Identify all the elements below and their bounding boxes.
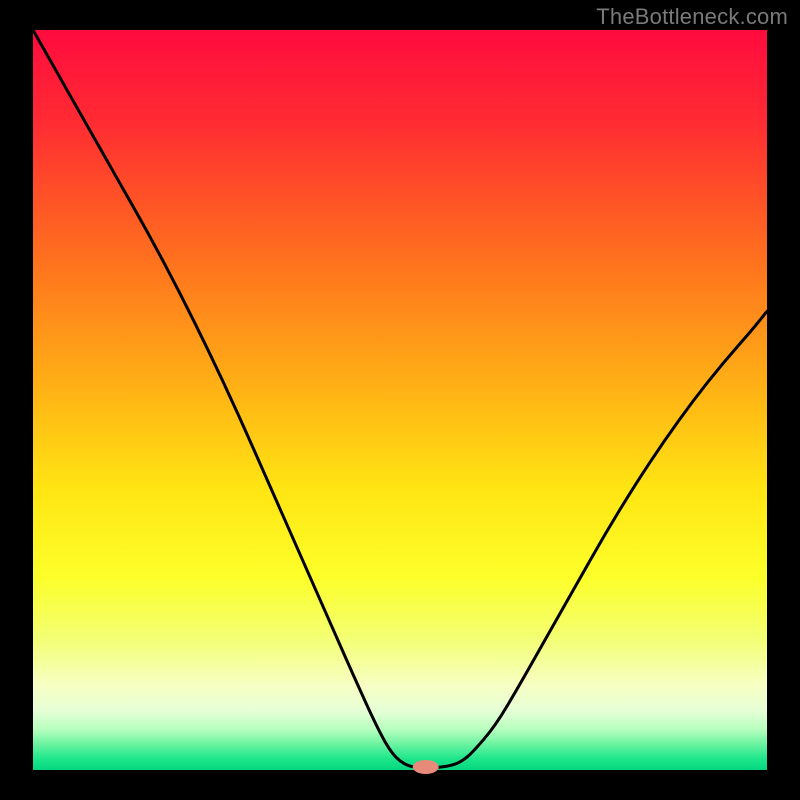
optimum-marker: [413, 760, 439, 774]
plot-background: [33, 30, 767, 770]
chart-frame: TheBottleneck.com: [0, 0, 800, 800]
bottleneck-chart: [0, 0, 800, 800]
watermark-text: TheBottleneck.com: [596, 4, 788, 30]
